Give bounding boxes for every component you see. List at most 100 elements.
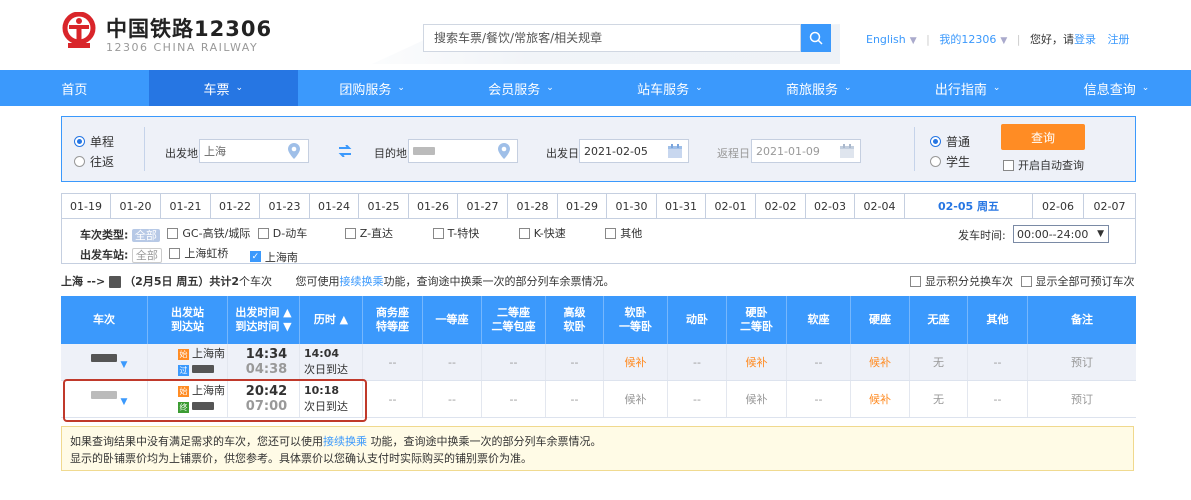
site-search-box[interactable] (423, 24, 801, 52)
type-d-checkbox[interactable]: D-动车 (257, 225, 307, 241)
date-tab[interactable]: 02-02 (756, 194, 806, 219)
notice-transfer-link[interactable]: 接续换乘 (323, 435, 367, 448)
type-k-checkbox[interactable]: K-快速 (518, 225, 566, 241)
date-tab[interactable]: 01-20 (111, 194, 161, 219)
chevron-down-icon: ⌄ (1141, 83, 1150, 93)
login-link[interactable]: 登录 (1074, 33, 1096, 46)
table-row: ▼ 始上海南 终 20:42 07:00 10:18 次日到达 -- -- -- … (61, 381, 1136, 418)
register-link[interactable]: 注册 (1108, 33, 1130, 46)
seat-hard-seat-waitlist[interactable]: 候补 (851, 344, 910, 380)
trip-round-radio[interactable]: 往返 (74, 153, 114, 170)
duration-cell: 14:04 次日到达 (300, 344, 363, 380)
seat-soft-sleeper-waitlist[interactable]: 候补 (604, 344, 668, 380)
nav-info-query[interactable]: 信息查询 ⌄ (1042, 70, 1191, 106)
nav-station-service[interactable]: 站车服务 ⌄ (596, 70, 745, 106)
return-label: 返程日 (717, 147, 750, 160)
nav-travel-guide[interactable]: 出行指南 ⌄ (893, 70, 1042, 106)
auto-query-checkbox[interactable]: 开启自动查询 (1003, 157, 1084, 173)
date-tab[interactable]: 01-26 (409, 194, 458, 219)
ticket-student-radio[interactable]: 学生 (930, 153, 970, 170)
show-points-checkbox[interactable]: 显示积分兑换车次 (910, 273, 1013, 289)
location-pin-icon[interactable] (288, 143, 300, 159)
calendar-icon[interactable] (839, 143, 855, 159)
pass-badge: 过 (178, 364, 189, 376)
times-cell: 20:42 07:00 (228, 381, 300, 417)
station-hongqiao-checkbox[interactable]: 上海虹桥 (169, 245, 228, 261)
seat-hard-sleeper-waitlist[interactable]: 候补 (727, 344, 787, 380)
station-shanghainan-checkbox[interactable]: ✓ 上海南 (249, 249, 298, 265)
chevron-down-icon: ⌄ (397, 83, 405, 93)
seat-no-seat: 无 (910, 344, 968, 380)
result-summary: 上海 --> （2月5日 周五）共计2个车次 您可使用接续换乘功能，查询途中换乘… (61, 275, 615, 288)
depart-time-select[interactable]: 00:00--24:00 ▼ (1013, 225, 1109, 243)
train-number[interactable]: ▼ (61, 344, 148, 380)
depart-time-label: 发车时间: (958, 229, 1006, 242)
date-tab[interactable]: 01-23 (260, 194, 310, 219)
china-railway-logo-icon[interactable] (60, 12, 98, 50)
date-tab[interactable]: 01-19 (62, 194, 111, 219)
date-tab[interactable]: 01-27 (458, 194, 508, 219)
nav-home[interactable]: 首页 (0, 70, 149, 106)
type-gc-checkbox[interactable]: GC-高铁/城际 (167, 225, 250, 241)
seat-hard-sleeper-waitlist[interactable]: 候补 (727, 381, 787, 417)
date-tab[interactable]: 01-21 (161, 194, 211, 219)
date-tab[interactable]: 01-31 (657, 194, 706, 219)
redacted-arrival-station (192, 402, 214, 410)
date-tab[interactable]: 01-25 (359, 194, 409, 219)
calendar-icon[interactable] (667, 143, 683, 159)
filter-panel: 车次类型: 全部 GC-高铁/城际 D-动车 Z-直达 T-特快 K-快速 其他… (61, 218, 1136, 264)
transfer-link[interactable]: 接续换乘 (339, 275, 383, 288)
type-t-checkbox[interactable]: T-特快 (432, 225, 479, 241)
from-label: 出发地 (165, 147, 198, 160)
date-tab[interactable]: 01-28 (508, 194, 558, 219)
date-tab[interactable]: 01-24 (310, 194, 359, 219)
date-tabs: 01-19 01-20 01-21 01-22 01-23 01-24 01-2… (61, 193, 1136, 219)
seat-soft-sleeper-waitlist[interactable]: 候补 (604, 381, 668, 417)
location-pin-icon[interactable] (498, 143, 510, 159)
date-tab[interactable]: 02-01 (706, 194, 756, 219)
station-all-button[interactable]: 全部 (131, 247, 162, 263)
col-stations[interactable]: 出发站 到达站 (148, 296, 228, 344)
search-form: 单程 往返 出发地 上海 目的地 出发日 2021-02-05 返程日 2021… (61, 116, 1136, 182)
train-number[interactable]: ▼ (61, 381, 148, 417)
type-z-checkbox[interactable]: Z-直达 (344, 225, 393, 241)
date-tab[interactable]: 01-22 (211, 194, 260, 219)
col-motor-sleeper: 动卧 (668, 296, 727, 344)
col-duration[interactable]: 历时 ▲ (300, 296, 363, 344)
nav-member-service[interactable]: 会员服务 ⌄ (447, 70, 596, 106)
date-tab[interactable]: 01-30 (607, 194, 657, 219)
book-button[interactable]: 预订 (1028, 381, 1136, 417)
nav-group-service[interactable]: 团购服务 ⌄ (298, 70, 447, 106)
site-header: 中国铁路12306 12306 CHINA RAILWAY English▼ |… (0, 0, 1191, 70)
show-all-checkbox[interactable]: 显示全部可预订车次 (1020, 273, 1135, 289)
col-times[interactable]: 出发时间 ▲ 到达时间 ▼ (228, 296, 300, 344)
nav-tickets[interactable]: 车票 ⌄ (148, 70, 298, 106)
language-switch[interactable]: English (866, 33, 906, 46)
ticket-normal-radio[interactable]: 普通 (930, 133, 970, 150)
stations-cell: 始上海南 终 (148, 381, 228, 417)
col-no-seat: 无座 (910, 296, 968, 344)
type-other-checkbox[interactable]: 其他 (605, 225, 642, 241)
chevron-down-icon: ⌄ (546, 83, 554, 93)
date-tab[interactable]: 02-03 (806, 194, 855, 219)
site-search-input[interactable] (424, 25, 800, 51)
seat-first: -- (423, 344, 482, 380)
swap-stations-icon[interactable] (338, 145, 352, 157)
site-search-button[interactable] (801, 24, 831, 52)
seat-motor-sleeper: -- (668, 344, 727, 380)
redacted-train-number (91, 391, 117, 399)
date-tab[interactable]: 01-29 (558, 194, 607, 219)
date-tab[interactable]: 02-06 (1033, 194, 1084, 219)
seat-hard-seat-waitlist[interactable]: 候补 (851, 381, 910, 417)
query-button[interactable]: 查询 (1001, 124, 1085, 150)
nav-business-service[interactable]: 商旅服务 ⌄ (744, 70, 893, 106)
book-button[interactable]: 预订 (1028, 344, 1136, 380)
date-tab[interactable]: 02-07 (1084, 194, 1135, 219)
trip-oneway-radio[interactable]: 单程 (74, 133, 114, 150)
col-hard-sleeper: 硬卧 二等卧 (727, 296, 787, 344)
type-all-button[interactable]: 全部 (131, 228, 160, 242)
date-tab[interactable]: 02-04 (855, 194, 905, 219)
date-tab-selected[interactable]: 02-05 周五 (905, 194, 1033, 219)
my12306-link[interactable]: 我的12306 (939, 33, 996, 46)
col-other: 其他 (968, 296, 1028, 344)
